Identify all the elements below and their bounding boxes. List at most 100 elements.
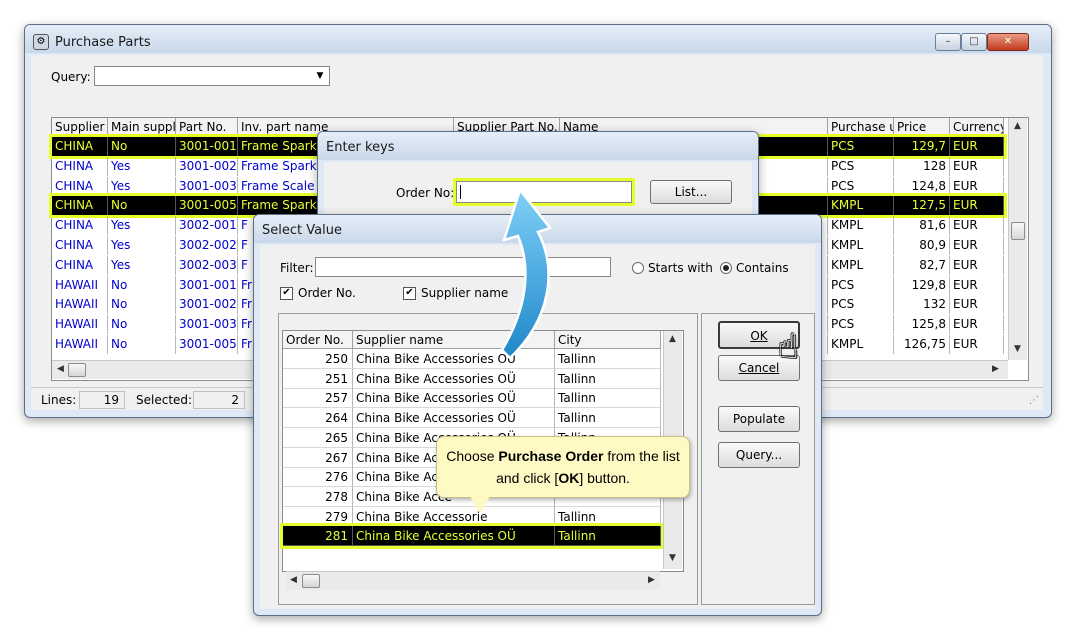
column-header-order-no[interactable]: Order No. <box>283 331 353 349</box>
column-header-purchase-unit[interactable]: Purchase ur <box>828 118 894 136</box>
cell-currency: EUR <box>950 255 1004 275</box>
scroll-left-icon[interactable]: ◀ <box>57 364 64 374</box>
cell-main-supplier: No <box>108 335 176 354</box>
callout-bold: Purchase Order <box>498 448 604 464</box>
cell-supplier: HAWAII <box>52 295 108 315</box>
cell-order-no: 265 <box>283 427 353 448</box>
cell-part-no: 3001-002 <box>176 156 238 176</box>
cell-part-no: 3002-002 <box>176 236 238 255</box>
list-item[interactable]: 251 China Bike Accessories OÜ Tallinn <box>283 368 661 389</box>
column-header-part-no[interactable]: Part No. <box>176 118 238 136</box>
cell-supplier: CHINA <box>52 137 108 156</box>
cell-price: 126,75 <box>894 335 950 354</box>
cell-purchase-unit: PCS <box>828 137 894 156</box>
app-icon: ⚙ <box>33 34 49 50</box>
cell-supplier-name: China Bike Accessories OÜ <box>353 408 555 429</box>
list-item[interactable]: 281 China Bike Accessories OÜ Tallinn <box>280 523 664 550</box>
scroll-thumb[interactable] <box>1011 222 1025 240</box>
scroll-down-icon[interactable]: ▼ <box>1014 344 1021 354</box>
cell-currency: EUR <box>950 156 1004 176</box>
cell-part-no: 3001-001 <box>176 137 238 156</box>
cell-main-supplier: Yes <box>108 236 176 255</box>
cell-city: Tallinn <box>555 388 661 409</box>
scroll-up-icon[interactable]: ▲ <box>1014 121 1021 131</box>
cell-currency: EUR <box>950 196 1004 216</box>
cell-purchase-unit: PCS <box>828 275 894 295</box>
cell-purchase-unit: KMPL <box>828 255 894 275</box>
query-select[interactable]: ▼ <box>94 66 330 86</box>
scroll-thumb-h[interactable] <box>68 363 86 377</box>
column-header-main-supplier[interactable]: Main supplie <box>108 118 176 136</box>
cell-supplier: CHINA <box>52 156 108 176</box>
cell-supplier: CHINA <box>52 255 108 275</box>
cell-order-no: 279 <box>283 506 353 527</box>
cell-city: Tallinn <box>555 408 661 429</box>
cell-main-supplier: Yes <box>108 176 176 196</box>
window-title: Purchase Parts <box>55 35 151 50</box>
cell-main-supplier: Yes <box>108 216 176 236</box>
cell-price: 128 <box>894 156 950 176</box>
cell-supplier-name: China Bike Accessories OÜ <box>353 388 555 409</box>
cell-purchase-unit: KMPL <box>828 196 894 216</box>
scroll-left-icon[interactable]: ◀ <box>290 575 297 585</box>
chevron-down-icon[interactable]: ▼ <box>313 69 327 83</box>
list-item[interactable]: 264 China Bike Accessories OÜ Tallinn <box>283 408 661 429</box>
query-button[interactable]: Query... <box>718 442 800 468</box>
cell-part-no: 3001-005 <box>176 335 238 354</box>
contains-label[interactable]: Contains <box>736 261 789 275</box>
cell-part-no: 3001-003 <box>176 315 238 335</box>
cell-purchase-unit: PCS <box>828 176 894 196</box>
scroll-up-icon[interactable]: ▲ <box>669 334 676 344</box>
list-item[interactable]: 250 China Bike Accessories OÜ Tallinn <box>283 349 661 369</box>
cell-order-no: 251 <box>283 368 353 389</box>
callout-tail <box>470 496 490 514</box>
cell-currency: EUR <box>950 236 1004 255</box>
filter-label: Filter: <box>280 261 314 275</box>
cell-purchase-unit: KMPL <box>828 236 894 255</box>
populate-button[interactable]: Populate <box>718 406 800 432</box>
cell-price: 132 <box>894 295 950 315</box>
contains-radio[interactable] <box>720 262 732 274</box>
scroll-right-icon[interactable]: ▶ <box>992 364 999 374</box>
minimize-button[interactable]: – <box>935 33 961 51</box>
callout-bold-ok: OK <box>558 470 580 486</box>
scroll-right-icon[interactable]: ▶ <box>648 575 655 585</box>
starts-with-label[interactable]: Starts with <box>648 261 713 275</box>
cell-main-supplier: No <box>108 295 176 315</box>
cell-supplier-name: China Bike Accessories OÜ <box>353 368 555 389</box>
title-bar[interactable] <box>25 25 1051 53</box>
list-horizontal-scrollbar[interactable]: ◀ ▶ <box>286 571 660 590</box>
cell-supplier: HAWAII <box>52 275 108 295</box>
cell-purchase-unit: PCS <box>828 156 894 176</box>
starts-with-radio[interactable] <box>632 262 644 274</box>
scroll-down-icon[interactable]: ▼ <box>669 553 676 563</box>
cell-city: Tallinn <box>555 526 661 547</box>
maximize-button[interactable]: □ <box>961 33 987 51</box>
cell-purchase-unit: KMPL <box>828 335 894 354</box>
cell-currency: EUR <box>950 335 1004 354</box>
cell-price: 127,5 <box>894 196 950 216</box>
column-header-currency[interactable]: Currency <box>950 118 1004 136</box>
resize-grip-icon[interactable]: ⋰ <box>1029 395 1039 406</box>
cell-order-no: 264 <box>283 408 353 429</box>
close-button[interactable]: ✕ <box>987 33 1029 51</box>
list-item[interactable]: 257 China Bike Accessories OÜ Tallinn <box>283 388 661 409</box>
scroll-thumb-h[interactable] <box>302 574 320 588</box>
cell-part-no: 3002-003 <box>176 255 238 275</box>
cell-part-no: 3001-005 <box>176 196 238 216</box>
cell-main-supplier: Yes <box>108 156 176 176</box>
column-header-supplier[interactable]: Supplier <box>52 118 108 136</box>
cell-supplier: CHINA <box>52 236 108 255</box>
vertical-scrollbar[interactable]: ▲ ▼ <box>1008 118 1027 360</box>
cell-supplier: HAWAII <box>52 335 108 354</box>
cell-supplier-name: China Bike Accessorie <box>353 506 555 527</box>
supplier-name-checkbox[interactable]: ✔ <box>403 287 416 300</box>
cell-part-no: 3001-001 <box>176 275 238 295</box>
cell-main-supplier: No <box>108 137 176 156</box>
cell-main-supplier: Yes <box>108 255 176 275</box>
order-no-checkbox[interactable]: ✔ <box>280 287 293 300</box>
list-button[interactable]: List... <box>650 180 732 204</box>
order-no-checkbox-label[interactable]: Order No. <box>298 286 356 300</box>
column-header-price[interactable]: Price <box>894 118 950 136</box>
cell-part-no: 3002-001 <box>176 216 238 236</box>
